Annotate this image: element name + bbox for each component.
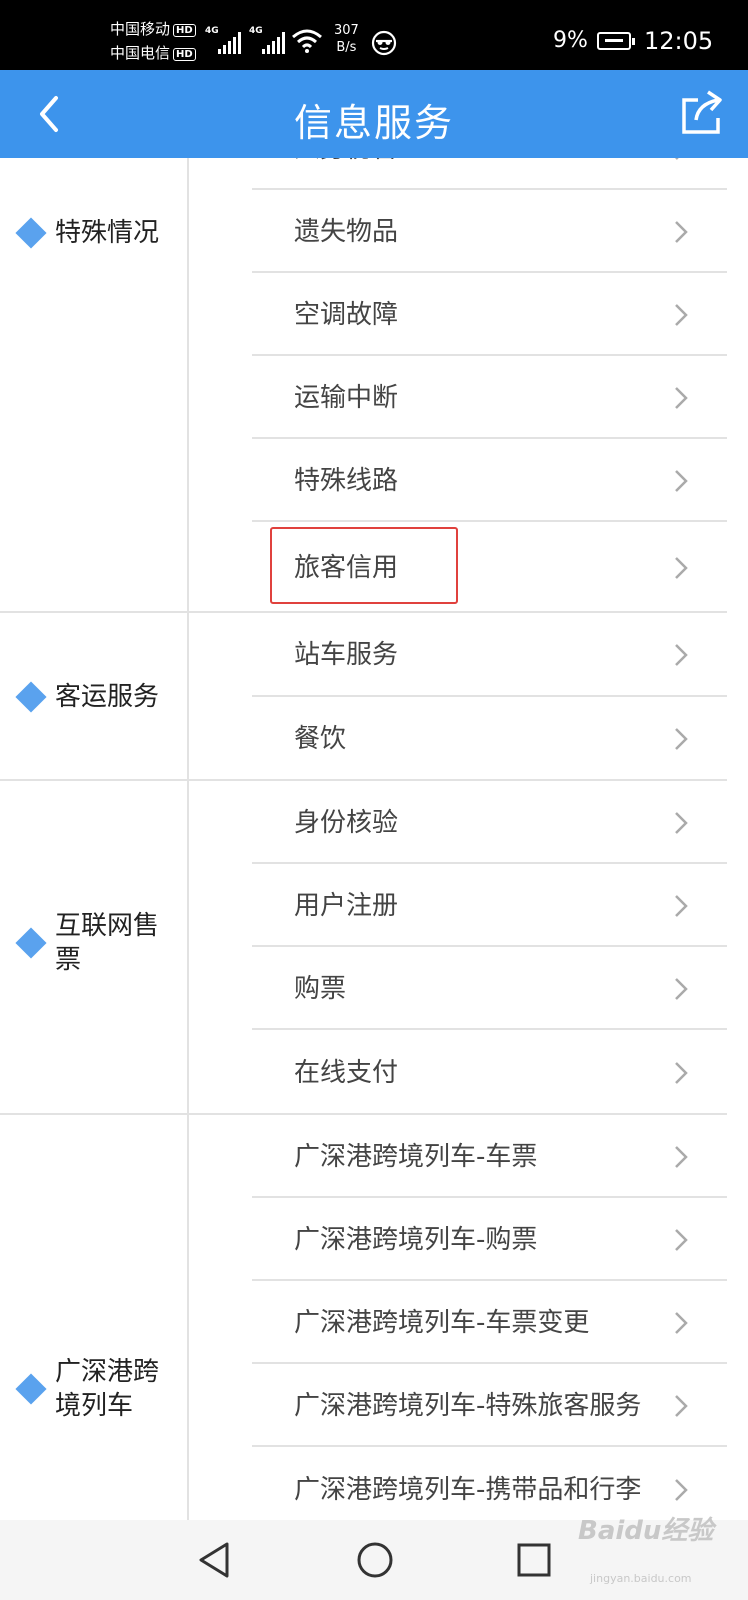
diamond-icon: [15, 1373, 47, 1405]
eye-comfort-icon: [371, 30, 397, 56]
list-item-3-2[interactable]: 广深港跨境列车-车票变更: [252, 1281, 727, 1364]
battery-icon: [597, 32, 635, 50]
watermark-url: jingyan.baidu.com: [590, 1572, 692, 1585]
watermark-logo: Baidu经验: [578, 1516, 714, 1546]
list-item-1-1[interactable]: 餐饮: [252, 697, 727, 781]
list-item-0-1[interactable]: 遗失物品: [252, 190, 727, 273]
status-bar: 中国移动 HD 中国电信 HD 4G 4G 307 B/s 9% 12:05: [0, 0, 748, 70]
list-item-3-1[interactable]: 广深港跨境列车-购票: [252, 1198, 727, 1281]
diamond-icon: [15, 681, 47, 713]
chevron-right-icon: [675, 158, 679, 160]
chevron-right-icon: [675, 220, 688, 243]
back-nav-icon[interactable]: [193, 1538, 237, 1582]
title-bar: 信息服务: [0, 70, 748, 158]
chevron-right-icon: [675, 1311, 688, 1334]
list-item-2-0[interactable]: 身份核验: [252, 781, 727, 864]
battery-percent: 9%: [553, 28, 588, 53]
chevron-right-icon: [675, 556, 688, 579]
list-item-3-3[interactable]: 广深港跨境列车-特殊旅客服务: [252, 1364, 727, 1447]
chevron-right-icon: [675, 728, 688, 750]
carrier-1: 中国移动 HD: [110, 20, 196, 38]
category-online-ticketing: 互联网售票: [14, 909, 182, 977]
carrier-2: 中国电信 HD: [110, 44, 196, 62]
list-item-0-4[interactable]: 特殊线路: [252, 439, 727, 522]
list-item-0-2[interactable]: 空调故障: [252, 273, 727, 356]
chevron-right-icon: [675, 303, 688, 326]
menu-list: 特殊情况 人身伤害 遗失物品 空调故障 运输中断 特殊线路 旅客信用: [0, 158, 748, 1520]
net-speed: 307 B/s: [334, 23, 359, 55]
section-online-ticketing: 互联网售票 身份核验 用户注册 购票 在线支付: [0, 781, 748, 1115]
category-special-cases: 特殊情况: [14, 216, 182, 250]
list-item-0-3[interactable]: 运输中断: [252, 356, 727, 439]
chevron-right-icon: [675, 1061, 688, 1084]
diamond-icon: [15, 927, 47, 959]
clock: 12:05: [644, 27, 714, 55]
chevron-right-icon: [675, 811, 688, 834]
wifi-icon: [292, 29, 322, 53]
chevron-right-icon: [675, 1394, 688, 1417]
list-item-0-5[interactable]: 旅客信用: [252, 522, 727, 613]
chevron-right-icon: [675, 644, 688, 666]
section-special-cases: 特殊情况 人身伤害 遗失物品 空调故障 运输中断 特殊线路 旅客信用: [0, 158, 748, 613]
chevron-right-icon: [675, 894, 688, 917]
category-passenger-service: 客运服务: [14, 680, 182, 714]
category-cross-border-train: 广深港跨境列车: [14, 1355, 182, 1423]
chevron-right-icon: [675, 469, 688, 492]
list-item-3-0[interactable]: 广深港跨境列车-车票: [252, 1115, 727, 1198]
diamond-icon: [15, 217, 47, 249]
list-item-2-3[interactable]: 在线支付: [252, 1030, 727, 1115]
list-item-0-0[interactable]: 人身伤害: [252, 158, 727, 190]
chevron-right-icon: [675, 977, 688, 1000]
page-title: 信息服务: [293, 101, 454, 145]
chevron-right-icon: [675, 1228, 688, 1251]
home-nav-icon[interactable]: [353, 1538, 397, 1582]
share-icon[interactable]: [678, 88, 728, 138]
recents-nav-icon[interactable]: [512, 1538, 556, 1582]
section-cross-border-train: 广深港跨境列车 广深港跨境列车-车票 广深港跨境列车-购票 广深港跨境列车-车票…: [0, 1115, 748, 1520]
list-item-2-2[interactable]: 购票: [252, 947, 727, 1030]
list-item-1-0[interactable]: 站车服务: [252, 613, 727, 697]
chevron-right-icon: [675, 386, 688, 409]
list-item-2-1[interactable]: 用户注册: [252, 864, 727, 947]
chevron-right-icon: [675, 1145, 688, 1168]
chevron-right-icon: [675, 1479, 688, 1501]
section-passenger-service: 客运服务 站车服务 餐饮: [0, 613, 748, 781]
